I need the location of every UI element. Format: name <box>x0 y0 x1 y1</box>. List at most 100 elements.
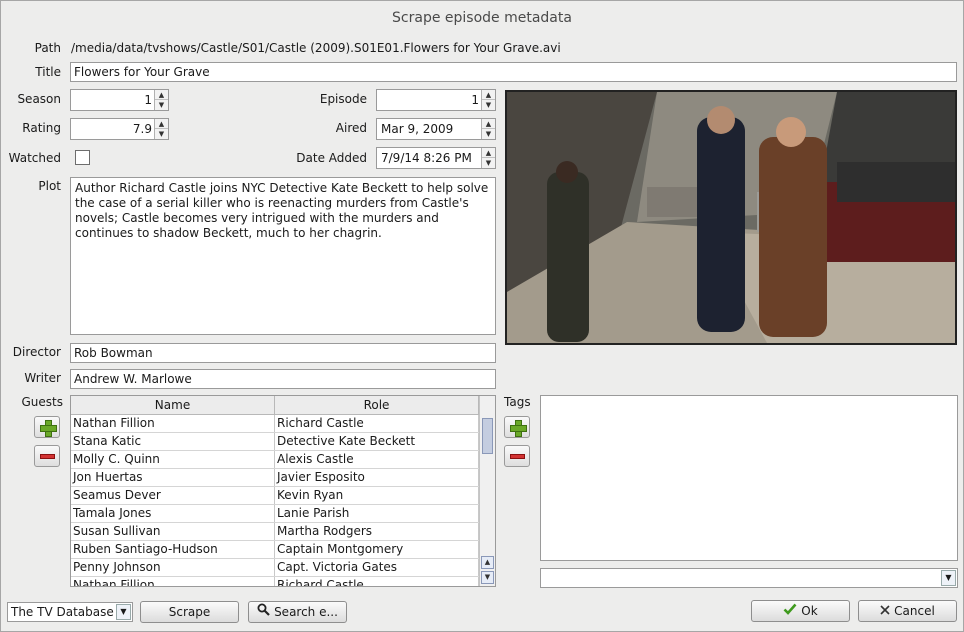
spin-down-icon[interactable]: ▼ <box>482 158 495 168</box>
guests-table-body: Nathan Fillion Richard Castle Stana Katic D… <box>71 415 495 586</box>
guest-name-cell[interactable]: Tamala Jones <box>71 505 275 522</box>
guest-name-cell[interactable]: Penny Johnson <box>71 559 275 576</box>
cancel-button[interactable]: Cancel <box>858 600 957 622</box>
table-row[interactable]: Seamus Dever Kevin Ryan <box>71 487 495 505</box>
episode-value: 1 <box>471 93 479 107</box>
spin-up-icon[interactable]: ▲ <box>482 90 495 100</box>
column-header-role[interactable]: Role <box>275 396 479 414</box>
season-spinner[interactable]: 1 ▲ ▼ <box>70 89 169 111</box>
ok-button[interactable]: Ok <box>751 600 850 622</box>
guest-name-cell[interactable]: Seamus Dever <box>71 487 275 504</box>
scraper-select-value: The TV Database <box>11 605 114 619</box>
date-added-value: 7/9/14 8:26 PM <box>381 151 472 165</box>
path-value: /media/data/tvshows/Castle/S01/Castle (2… <box>71 41 561 55</box>
guest-role-cell[interactable]: Martha Rodgers <box>275 523 479 540</box>
aired-date-spinner[interactable]: Mar 9, 2009 ▲ ▼ <box>376 118 496 140</box>
guest-role-cell[interactable]: Captain Montgomery <box>275 541 479 558</box>
table-row[interactable]: Susan Sullivan Martha Rodgers <box>71 523 495 541</box>
table-row[interactable]: Stana Katic Detective Kate Beckett <box>71 433 495 451</box>
chevron-down-icon[interactable]: ▼ <box>116 604 131 620</box>
spin-down-icon[interactable]: ▼ <box>482 100 495 110</box>
guest-name-cell[interactable]: Stana Katic <box>71 433 275 450</box>
column-header-name[interactable]: Name <box>71 396 275 414</box>
guest-role-cell[interactable]: Javier Esposito <box>275 469 479 486</box>
guest-role-cell[interactable]: Alexis Castle <box>275 451 479 468</box>
title-input[interactable]: Flowers for Your Grave <box>70 62 957 82</box>
guest-role-cell[interactable]: Richard Castle <box>275 415 479 432</box>
rating-spinner[interactable]: 7.9 ▲ ▼ <box>70 118 169 140</box>
guest-name-cell[interactable]: Nathan Fillion <box>71 577 275 586</box>
guest-role-cell[interactable]: Detective Kate Beckett <box>275 433 479 450</box>
rating-value: 7.9 <box>132 122 152 136</box>
date-added-label: Date Added <box>296 151 367 165</box>
spin-up-icon[interactable]: ▲ <box>482 148 495 158</box>
table-row[interactable]: Penny Johnson Capt. Victoria Gates <box>71 559 495 577</box>
tags-list[interactable] <box>540 395 958 561</box>
guest-name-cell[interactable]: Susan Sullivan <box>71 523 275 540</box>
scraper-select[interactable]: The TV Database ▼ <box>7 602 133 622</box>
guests-label: Guests <box>21 395 64 409</box>
cancel-button-label: Cancel <box>894 604 935 618</box>
scrollbar-thumb[interactable] <box>482 418 493 454</box>
guest-name-cell[interactable]: Nathan Fillion <box>71 415 275 432</box>
ok-button-label: Ok <box>801 604 818 618</box>
guest-name-cell[interactable]: Molly C. Quinn <box>71 451 275 468</box>
guests-table[interactable]: Name Role Nathan Fillion Richard Castle St… <box>70 395 496 587</box>
add-tag-button[interactable] <box>504 416 530 438</box>
director-label: Director <box>12 345 61 359</box>
guests-table-header: Name Role <box>71 396 495 415</box>
scrape-button[interactable]: Scrape <box>140 601 239 623</box>
guest-role-cell[interactable]: Richard Castle <box>275 577 479 586</box>
episode-spinner[interactable]: 1 ▲ ▼ <box>376 89 496 111</box>
remove-guest-button[interactable] <box>34 445 60 467</box>
checkmark-icon <box>783 601 797 621</box>
guests-scrollbar[interactable]: ▲ ▼ <box>479 396 495 586</box>
scroll-down-icon[interactable]: ▼ <box>481 571 494 584</box>
episode-still-image <box>507 92 955 343</box>
remove-tag-button[interactable] <box>504 445 530 467</box>
search-icon <box>257 602 270 622</box>
chevron-down-icon[interactable]: ▼ <box>941 570 956 586</box>
search-episode-button[interactable]: Search e... <box>248 601 347 623</box>
remove-icon <box>510 454 525 459</box>
guest-name-cell[interactable]: Ruben Santiago-Hudson <box>71 541 275 558</box>
spin-down-icon[interactable]: ▼ <box>155 129 168 139</box>
close-icon <box>880 601 890 621</box>
scrape-episode-dialog: Scrape episode metadata Path /media/data… <box>0 0 964 632</box>
search-button-label: Search e... <box>274 605 338 619</box>
guest-role-cell[interactable]: Lanie Parish <box>275 505 479 522</box>
add-guest-button[interactable] <box>34 416 60 438</box>
plot-textarea[interactable]: Author Richard Castle joins NYC Detectiv… <box>70 177 496 335</box>
rating-label: Rating <box>22 121 61 135</box>
path-label: Path <box>34 41 61 55</box>
writer-input[interactable]: Andrew W. Marlowe <box>70 369 496 389</box>
table-row[interactable]: Nathan Fillion Richard Castle <box>71 577 495 586</box>
spin-up-icon[interactable]: ▲ <box>155 90 168 100</box>
add-icon <box>40 420 57 437</box>
table-row[interactable]: Nathan Fillion Richard Castle <box>71 415 495 433</box>
spin-up-icon[interactable]: ▲ <box>482 119 495 129</box>
scroll-up-icon[interactable]: ▲ <box>481 556 494 569</box>
spin-down-icon[interactable]: ▼ <box>482 129 495 139</box>
guest-name-cell[interactable]: Jon Huertas <box>71 469 275 486</box>
add-icon <box>510 420 527 437</box>
watched-label: Watched <box>8 151 61 165</box>
writer-label: Writer <box>24 371 61 385</box>
spin-up-icon[interactable]: ▲ <box>155 119 168 129</box>
spin-down-icon[interactable]: ▼ <box>155 100 168 110</box>
director-input[interactable]: Rob Bowman <box>70 343 496 363</box>
table-row[interactable]: Jon Huertas Javier Esposito <box>71 469 495 487</box>
table-row[interactable]: Tamala Jones Lanie Parish <box>71 505 495 523</box>
table-row[interactable]: Molly C. Quinn Alexis Castle <box>71 451 495 469</box>
date-added-spinner[interactable]: 7/9/14 8:26 PM ▲ ▼ <box>376 147 496 169</box>
episode-label: Episode <box>319 92 367 106</box>
episode-thumbnail[interactable] <box>505 90 957 345</box>
table-row[interactable]: Ruben Santiago-Hudson Captain Montgomery <box>71 541 495 559</box>
tag-combobox[interactable]: ▼ <box>540 568 958 588</box>
guest-role-cell[interactable]: Kevin Ryan <box>275 487 479 504</box>
watched-checkbox[interactable] <box>75 150 90 165</box>
plot-label: Plot <box>38 179 61 193</box>
remove-icon <box>40 454 55 459</box>
season-label: Season <box>17 92 61 106</box>
guest-role-cell[interactable]: Capt. Victoria Gates <box>275 559 479 576</box>
